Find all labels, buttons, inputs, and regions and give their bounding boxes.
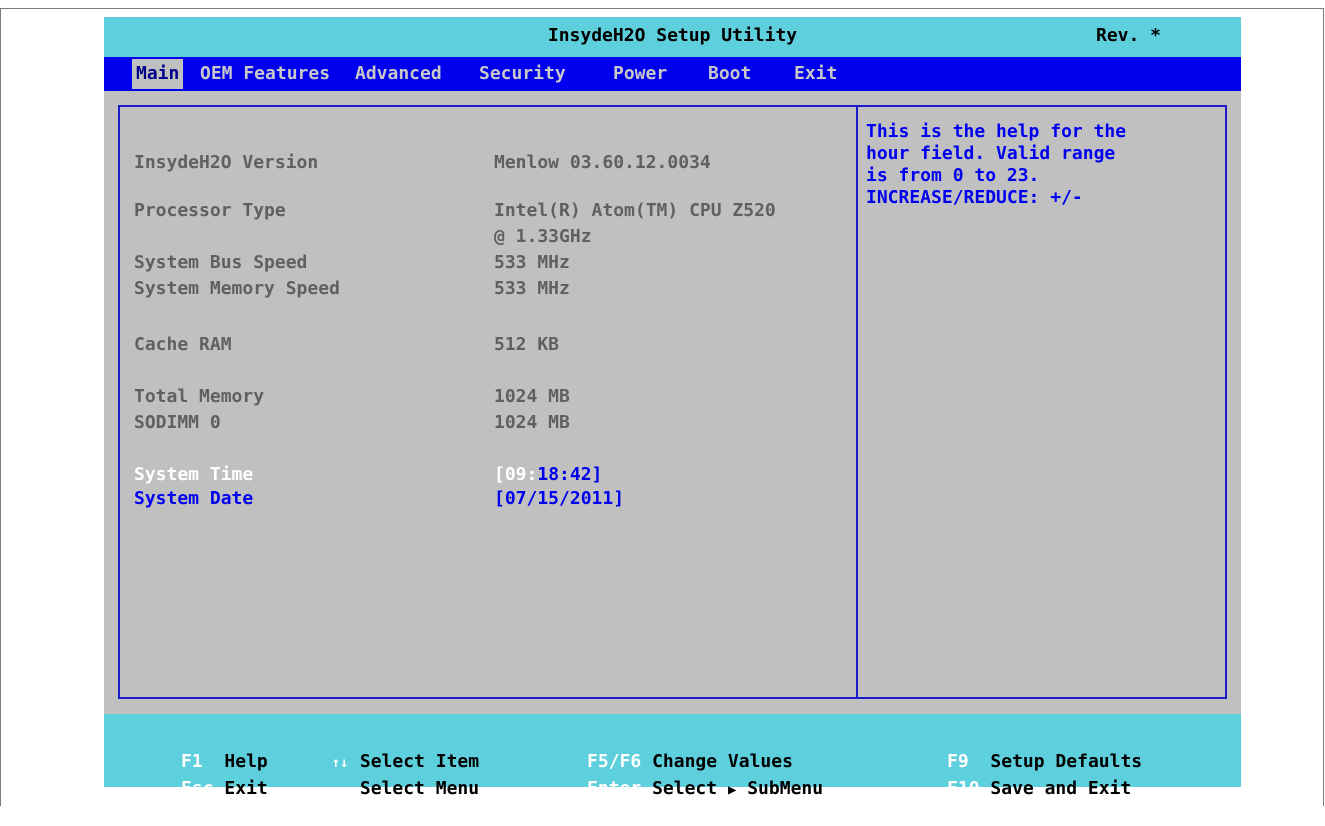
system-time-label: System Time bbox=[134, 464, 254, 485]
system-time-minutes-seconds[interactable]: 18:42] bbox=[537, 464, 602, 485]
revision-label: Rev. * bbox=[1096, 25, 1162, 46]
bios-screen: InsydeH2O Setup Utility Rev. * Main OEM … bbox=[104, 17, 1241, 799]
system-time-field[interactable]: [09:18:42] bbox=[494, 463, 602, 487]
system-bus-speed-row: System Bus Speed 533 MHz bbox=[120, 251, 860, 275]
esc-action: Exit bbox=[224, 778, 268, 799]
utility-title: InsydeH2O Setup Utility bbox=[547, 25, 798, 46]
menu-main[interactable]: Main bbox=[132, 59, 184, 89]
help-text: This is the help for the hour field. Val… bbox=[866, 121, 1221, 209]
insydeh2o-version-label: InsydeH2O Version bbox=[134, 152, 319, 173]
help-line: This is the help for the bbox=[866, 121, 1127, 142]
title-bar: InsydeH2O Setup Utility Rev. * bbox=[104, 17, 1241, 57]
help-line: is from 0 to 23. bbox=[866, 165, 1040, 186]
help-panel: This is the help for the hour field. Val… bbox=[858, 105, 1227, 699]
system-memory-speed-value: 533 MHz bbox=[494, 278, 570, 299]
processor-type-row: Processor Type Intel(R) Atom(TM) CPU Z52… bbox=[120, 199, 860, 223]
total-memory-label: Total Memory bbox=[134, 386, 265, 407]
menu-power[interactable]: Power bbox=[613, 59, 667, 89]
menu-exit[interactable]: Exit bbox=[794, 59, 837, 89]
footer-f10: F10 Save and Exit bbox=[882, 753, 1131, 799]
processor-type-label: Processor Type bbox=[134, 200, 286, 221]
footer-f9: F9 Setup Defaults bbox=[882, 726, 1142, 772]
key-legend-bar: F1 Help Esc Exit ↑↓ Select Item ↔ Select… bbox=[104, 714, 1241, 799]
footer-enter: Enter Select ▶ SubMenu bbox=[522, 753, 823, 799]
main-info-panel: InsydeH2O Version Menlow 03.60.12.0034 P… bbox=[118, 105, 858, 699]
menu-security[interactable]: Security bbox=[479, 59, 566, 89]
system-date-row[interactable]: System Date [07/15/2011] bbox=[120, 487, 860, 511]
menu-boot[interactable]: Boot bbox=[708, 59, 751, 89]
system-bus-speed-label: System Bus Speed bbox=[134, 252, 308, 273]
insydeh2o-version-value: Menlow 03.60.12.0034 bbox=[494, 152, 711, 173]
processor-speed-value: @ 1.33GHz bbox=[494, 226, 592, 247]
submenu-arrow-icon: ▶ bbox=[727, 782, 737, 798]
system-time-row[interactable]: System Time [09:18:42] bbox=[120, 463, 860, 487]
menu-bar: Main OEM Features Advanced Security Powe… bbox=[104, 57, 1241, 91]
processor-type-value: Intel(R) Atom(TM) CPU Z520 bbox=[494, 200, 776, 221]
total-memory-value: 1024 MB bbox=[494, 386, 570, 407]
f10-action: Save and Exit bbox=[990, 778, 1132, 799]
sodimm0-row: SODIMM 0 1024 MB bbox=[120, 411, 860, 435]
footer-esc: Esc Exit bbox=[116, 753, 268, 799]
system-memory-speed-label: System Memory Speed bbox=[134, 278, 340, 299]
footer-f5f6: F5/F6 Change Values bbox=[522, 726, 793, 772]
system-date-label: System Date bbox=[134, 488, 254, 509]
esc-key: Esc bbox=[181, 778, 214, 799]
menu-advanced[interactable]: Advanced bbox=[355, 59, 442, 89]
system-time-hour[interactable]: [09: bbox=[494, 464, 537, 485]
cache-ram-value: 512 KB bbox=[494, 334, 560, 355]
f10-key: F10 bbox=[947, 778, 980, 799]
system-date-field[interactable]: [07/15/2011] bbox=[494, 487, 624, 511]
cache-ram-row: Cache RAM 512 KB bbox=[120, 333, 860, 357]
system-memory-speed-row: System Memory Speed 533 MHz bbox=[120, 277, 860, 301]
select-menu-action: Select Menu bbox=[359, 778, 480, 799]
enter-action: Select bbox=[652, 778, 718, 799]
footer-select-item: ↑↓ Select Item bbox=[266, 726, 480, 772]
sodimm0-value: 1024 MB bbox=[494, 412, 570, 433]
help-line: hour field. Valid range bbox=[866, 143, 1116, 164]
processor-speed-row: @ 1.33GHz bbox=[120, 225, 860, 249]
insydeh2o-version-row: InsydeH2O Version Menlow 03.60.12.0034 bbox=[120, 151, 860, 175]
sodimm0-label: SODIMM 0 bbox=[134, 412, 221, 433]
total-memory-row: Total Memory 1024 MB bbox=[120, 385, 860, 409]
left-right-arrow-icon: ↔ bbox=[335, 782, 345, 798]
footer-f1: F1 Help bbox=[116, 726, 268, 772]
menu-oem-features[interactable]: OEM Features bbox=[200, 59, 330, 89]
enter-key: Enter bbox=[587, 778, 642, 799]
help-line: INCREASE/REDUCE: +/- bbox=[866, 187, 1083, 208]
footer-select-menu: ↔ Select Menu bbox=[266, 753, 479, 799]
cache-ram-label: Cache RAM bbox=[134, 334, 232, 355]
system-bus-speed-value: 533 MHz bbox=[494, 252, 570, 273]
enter-submenu-label: SubMenu bbox=[747, 778, 824, 799]
